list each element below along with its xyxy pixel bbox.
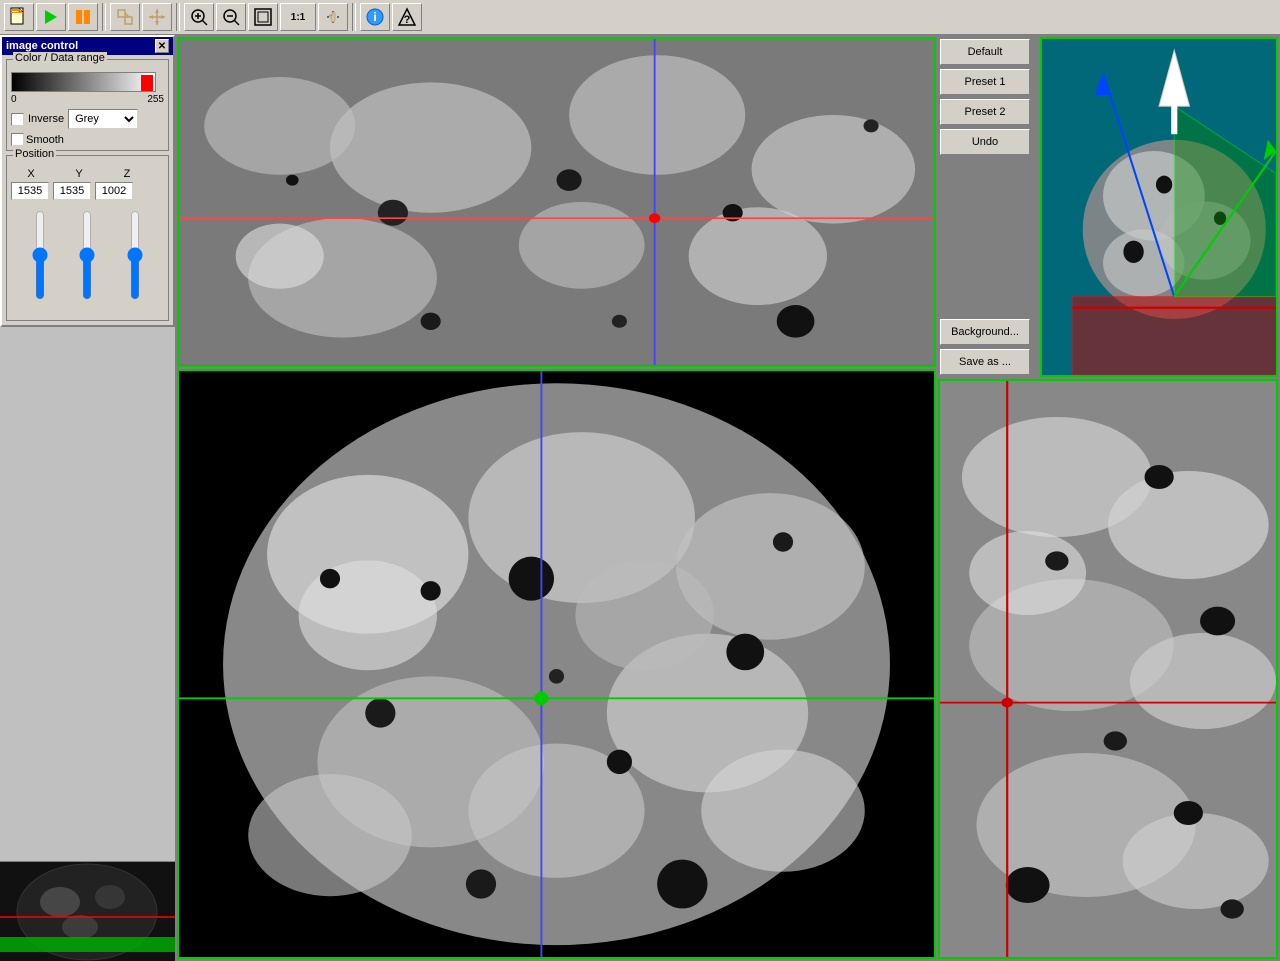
z-position-input[interactable] <box>95 182 133 200</box>
right-views: Default Preset 1 Preset 2 Undo Backgroun… <box>938 37 1278 959</box>
colormap-select[interactable]: Grey Hot Rainbow <box>68 109 138 129</box>
panel-title: image control <box>6 40 78 52</box>
y-slider-container <box>78 210 96 312</box>
buttons-column: Default Preset 1 Preset 2 Undo Backgroun… <box>938 37 1038 377</box>
inverse-label: Inverse <box>28 113 64 125</box>
x-axis-label: X <box>11 168 51 180</box>
pan-button[interactable] <box>318 3 348 31</box>
color-range-bar[interactable] <box>11 72 156 92</box>
range-min-value: 0 <box>11 94 17 105</box>
svg-text:?: ? <box>404 14 411 26</box>
3d-view-svg <box>1042 39 1276 375</box>
z-slider-container <box>126 210 144 312</box>
bottom-left-view[interactable] <box>177 369 936 959</box>
x-position-input[interactable] <box>11 182 49 200</box>
z-slider[interactable] <box>125 210 145 300</box>
inverse-checkbox[interactable] <box>11 113 24 126</box>
preset1-button[interactable]: Preset 1 <box>940 69 1030 95</box>
smooth-label: Smooth <box>26 134 64 146</box>
top-left-view[interactable] <box>177 37 936 367</box>
rotate-button[interactable] <box>110 3 140 31</box>
range-max-value: 255 <box>147 94 164 105</box>
bottom-right-view[interactable] <box>938 379 1278 959</box>
y-position-input[interactable] <box>53 182 91 200</box>
position-axis-labels: X Y Z <box>11 168 164 180</box>
range-max-indicator <box>141 75 153 91</box>
inverse-row: Inverse Grey Hot Rainbow <box>11 109 164 129</box>
undo-button[interactable]: Undo <box>940 129 1030 155</box>
position-section: Position X Y Z <box>6 155 169 321</box>
position-inputs <box>11 182 164 200</box>
smooth-row: Smooth <box>11 133 164 146</box>
color-data-range-section: Color / Data range 0 255 Inverse Grey Ho… <box>6 59 169 151</box>
zoom-in-button[interactable] <box>184 3 214 31</box>
info-button[interactable]: i <box>360 3 390 31</box>
right-top-section: Default Preset 1 Preset 2 Undo Backgroun… <box>938 37 1278 377</box>
help-button[interactable]: ? <box>392 3 422 31</box>
separator-3 <box>352 3 356 31</box>
new-button[interactable] <box>4 3 34 31</box>
position-sliders <box>11 206 164 316</box>
save-as-button[interactable]: Save as ... <box>940 349 1030 375</box>
default-button[interactable]: Default <box>940 39 1030 65</box>
bottom-right-microscopy <box>940 381 1276 957</box>
zoom-out-button[interactable] <box>216 3 246 31</box>
3d-view-panel[interactable] <box>1040 37 1278 377</box>
separator-2 <box>176 3 180 31</box>
preset2-button[interactable]: Preset 2 <box>940 99 1030 125</box>
image-control-panel: image control ✕ Color / Data range 0 255… <box>0 35 175 327</box>
left-views <box>177 37 936 959</box>
svg-text:i: i <box>373 10 376 24</box>
x-slider-container <box>31 210 49 312</box>
actual-size-button[interactable]: 1:1 <box>280 3 316 31</box>
color-range-label: Color / Data range <box>13 52 107 64</box>
y-axis-label: Y <box>59 168 99 180</box>
x-slider[interactable] <box>30 210 50 300</box>
stop-button[interactable] <box>68 3 98 31</box>
background-button[interactable]: Background... <box>940 319 1030 345</box>
main-layout: Default Preset 1 Preset 2 Undo Backgroun… <box>175 35 1280 961</box>
y-slider[interactable] <box>77 210 97 300</box>
bottom-thumbnail <box>0 861 175 961</box>
bottom-left-microscopy <box>179 371 934 957</box>
smooth-checkbox[interactable] <box>11 133 24 146</box>
run-button[interactable] <box>36 3 66 31</box>
move3d-button[interactable] <box>142 3 172 31</box>
fit-button[interactable] <box>248 3 278 31</box>
range-labels: 0 255 <box>11 94 164 105</box>
thumbnail-image <box>0 862 175 961</box>
panel-close-button[interactable]: ✕ <box>155 39 169 53</box>
top-left-microscopy <box>179 39 934 365</box>
z-axis-label: Z <box>107 168 147 180</box>
position-label: Position <box>13 148 56 160</box>
toolbar: 1:1 i ? <box>0 0 1280 35</box>
separator-1 <box>102 3 106 31</box>
